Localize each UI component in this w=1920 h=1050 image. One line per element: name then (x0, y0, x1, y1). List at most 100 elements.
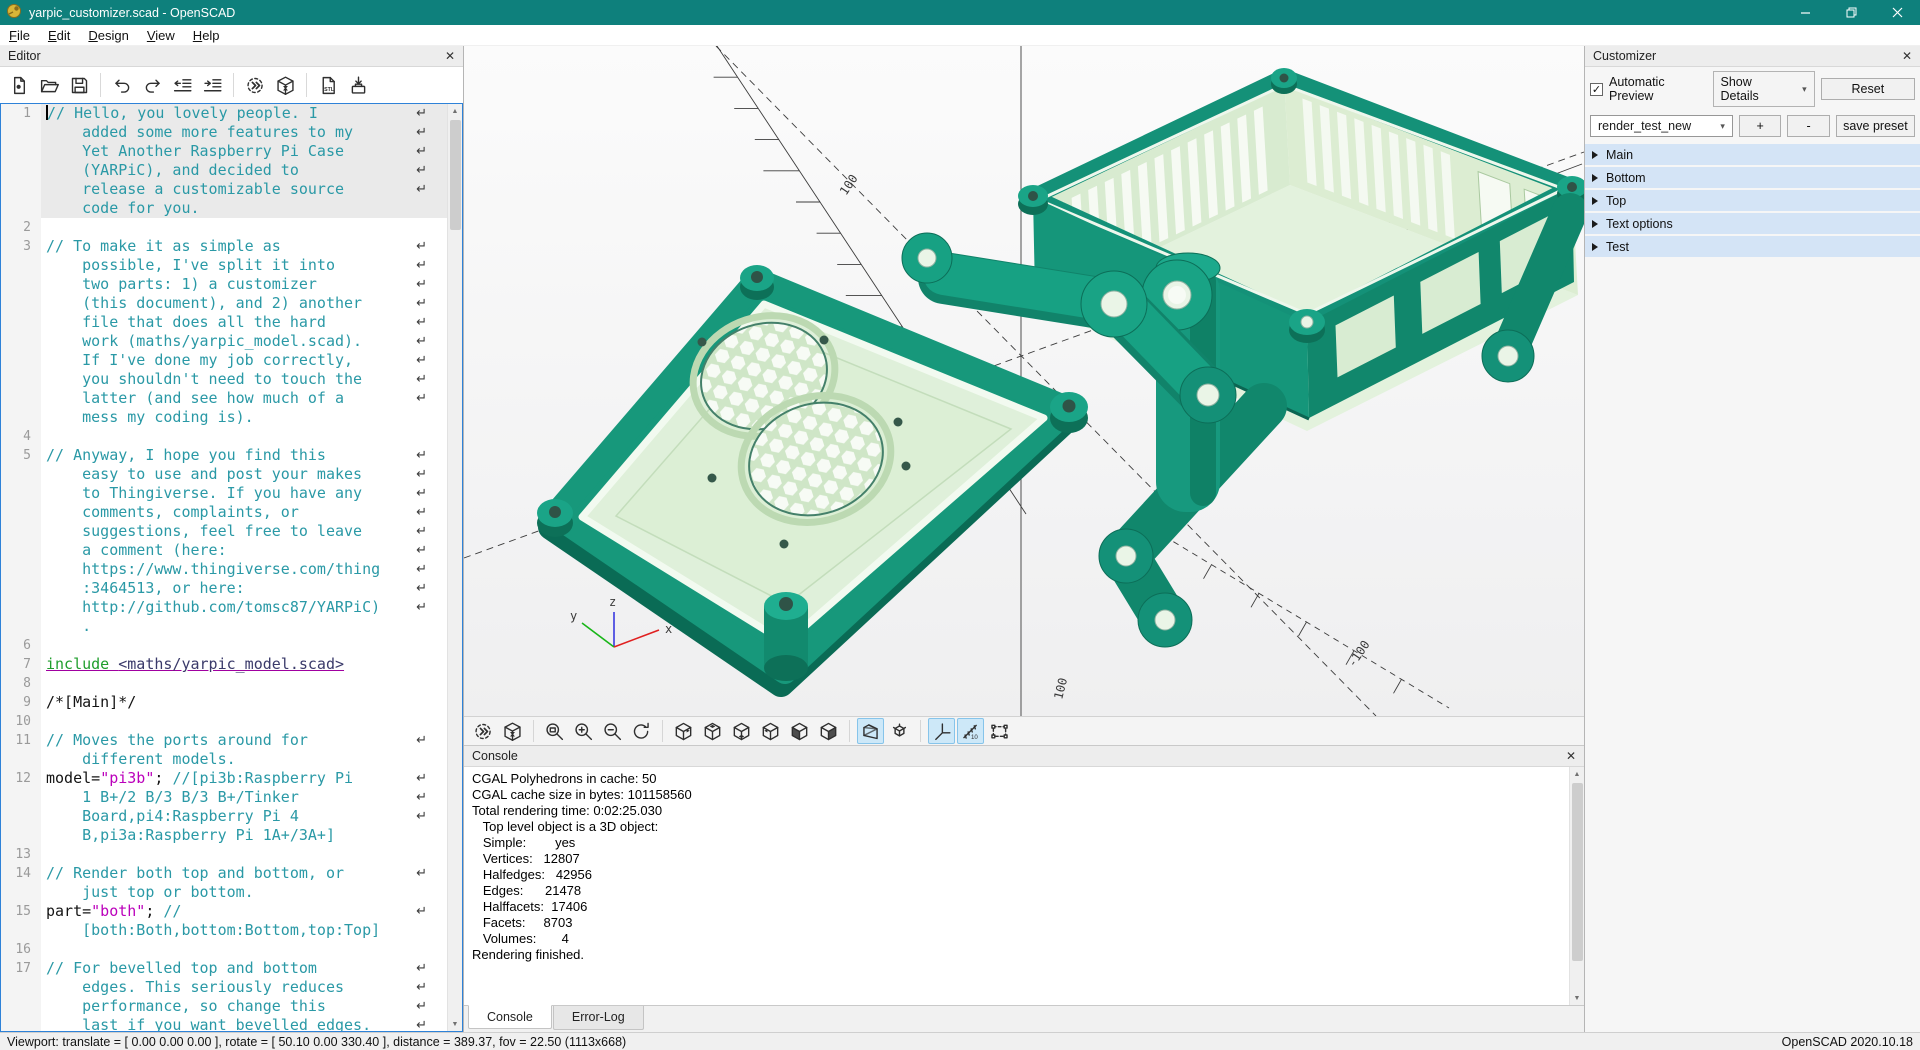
code-line[interactable]: mess my coding is). (1, 408, 447, 427)
menu-edit[interactable]: Edit (39, 26, 79, 45)
reset-view-icon[interactable] (628, 718, 655, 744)
view-bottom-icon[interactable] (728, 718, 755, 744)
code-line[interactable]: http://github.com/tomsc87/YARPiC)↵ (1, 598, 447, 617)
code-line[interactable]: 3// To make it as simple as↵ (1, 237, 447, 256)
code-line[interactable]: 8 (1, 674, 447, 693)
add-preset-button[interactable]: + (1739, 115, 1781, 137)
view-top-icon[interactable] (699, 718, 726, 744)
scroll-up-icon[interactable]: ▲ (1570, 767, 1585, 781)
code-line[interactable]: possible, I've split it into↵ (1, 256, 447, 275)
code-line[interactable]: 4 (1, 427, 447, 446)
code-line[interactable]: 1// Hello, you lovely people. I↵ (1, 104, 447, 123)
console-scrollbar-thumb[interactable] (1572, 783, 1583, 961)
zoom-in-icon[interactable] (570, 718, 597, 744)
open-icon[interactable] (34, 70, 64, 100)
code-line[interactable]: 1 B+/2 B/3 B/3 B+/Tinker↵ (1, 788, 447, 807)
code-line[interactable]: 2 (1, 218, 447, 237)
code-line[interactable]: 9/*[Main]*/ (1, 693, 447, 712)
zoom-out-icon[interactable] (599, 718, 626, 744)
preview-icon[interactable] (240, 70, 270, 100)
code-line[interactable]: 12model="pi3b"; //[pi3b:Raspberry Pi↵ (1, 769, 447, 788)
indent-icon[interactable] (197, 70, 227, 100)
parameter-group-bottom[interactable]: Bottom (1585, 167, 1920, 188)
menu-help[interactable]: Help (184, 26, 229, 45)
close-icon[interactable] (1874, 0, 1920, 25)
code-line[interactable]: Board,pi4:Raspberry Pi 4↵ (1, 807, 447, 826)
code-line[interactable]: 10 (1, 712, 447, 731)
code-line[interactable]: . (1, 617, 447, 636)
send-to-printer-icon[interactable] (343, 70, 373, 100)
code-line[interactable]: comments, complaints, or↵ (1, 503, 447, 522)
new-file-icon[interactable] (4, 70, 34, 100)
code-line[interactable]: just top or bottom. (1, 883, 447, 902)
automatic-preview-checkbox[interactable]: ✓ (1590, 83, 1603, 96)
code-line[interactable]: performance, so change this↵ (1, 997, 447, 1016)
code-line[interactable]: (YARPiC), and decided to↵ (1, 161, 447, 180)
parameter-group-top[interactable]: Top (1585, 190, 1920, 211)
code-line[interactable]: last if you want bevelled edges.↵ (1, 1016, 447, 1031)
code-line[interactable]: work (maths/yarpic_model.scad).↵ (1, 332, 447, 351)
show-edges-icon[interactable] (986, 718, 1013, 744)
code-line[interactable]: latter (and see how much of a↵ (1, 389, 447, 408)
parameter-group-main[interactable]: Main (1585, 144, 1920, 165)
parameter-group-test[interactable]: Test (1585, 236, 1920, 257)
restore-icon[interactable] (1828, 0, 1874, 25)
code-line[interactable]: file that does all the hard↵ (1, 313, 447, 332)
code-line[interactable]: two parts: 1) a customizer↵ (1, 275, 447, 294)
details-dropdown[interactable]: Show Details ▾ (1713, 71, 1815, 107)
perspective-icon[interactable] (857, 718, 884, 744)
show-axes-icon[interactable] (928, 718, 955, 744)
zoom-all-icon[interactable] (541, 718, 568, 744)
code-line[interactable]: :3464513, or here:↵ (1, 579, 447, 598)
save-icon[interactable] (64, 70, 94, 100)
view-back-icon[interactable] (815, 718, 842, 744)
view-front-icon[interactable] (786, 718, 813, 744)
parameter-group-text-options[interactable]: Text options (1585, 213, 1920, 234)
code-line[interactable]: easy to use and post your makes↵ (1, 465, 447, 484)
orthographic-icon[interactable] (886, 718, 913, 744)
code-line[interactable]: 5// Anyway, I hope you find this↵ (1, 446, 447, 465)
preset-combobox[interactable]: render_test_new ▾ (1590, 115, 1733, 137)
code-line[interactable]: 17// For bevelled top and bottom↵ (1, 959, 447, 978)
code-line[interactable]: 16 (1, 940, 447, 959)
code-line[interactable]: to Thingiverse. If you have any↵ (1, 484, 447, 503)
reset-button[interactable]: Reset (1821, 78, 1915, 100)
redo-icon[interactable] (137, 70, 167, 100)
view-right-icon[interactable] (670, 718, 697, 744)
code-line[interactable]: code for you. (1, 199, 447, 218)
code-line[interactable]: 11// Moves the ports around for↵ (1, 731, 447, 750)
scroll-down-icon[interactable]: ▼ (448, 1017, 463, 1031)
code-line[interactable]: 13 (1, 845, 447, 864)
code-line[interactable]: (this document), and 2) another↵ (1, 294, 447, 313)
menu-file[interactable]: File (0, 26, 39, 45)
code-editor[interactable]: 1// Hello, you lovely people. I↵ added s… (0, 103, 463, 1032)
code-line[interactable]: [both:Both,bottom:Bottom,top:Top] (1, 921, 447, 940)
menu-design[interactable]: Design (79, 26, 137, 45)
code-line[interactable]: B,pi3a:Raspberry Pi 1A+/3A+] (1, 826, 447, 845)
code-line[interactable]: https://www.thingiverse.com/thing↵ (1, 560, 447, 579)
view-left-icon[interactable] (757, 718, 784, 744)
menu-view[interactable]: View (138, 26, 184, 45)
code-line[interactable]: If I've done my job correctly,↵ (1, 351, 447, 370)
scroll-up-icon[interactable]: ▲ (448, 104, 463, 118)
code-line[interactable]: edges. This seriously reduces↵ (1, 978, 447, 997)
unindent-icon[interactable] (167, 70, 197, 100)
console-close-icon[interactable]: ✕ (1566, 750, 1576, 762)
code-text[interactable]: 1// Hello, you lovely people. I↵ added s… (1, 104, 447, 1031)
preview-icon[interactable] (470, 718, 497, 744)
code-line[interactable]: suggestions, feel free to leave↵ (1, 522, 447, 541)
export-stl-icon[interactable]: STL (313, 70, 343, 100)
editor-scrollbar-thumb[interactable] (450, 120, 461, 230)
scroll-down-icon[interactable]: ▼ (1570, 991, 1585, 1005)
code-line[interactable]: a comment (here:↵ (1, 541, 447, 560)
editor-close-icon[interactable]: ✕ (445, 50, 455, 62)
code-line[interactable]: 15part="both"; //↵ (1, 902, 447, 921)
save-preset-button[interactable]: save preset (1836, 115, 1915, 137)
code-line[interactable]: Yet Another Raspberry Pi Case↵ (1, 142, 447, 161)
undo-icon[interactable] (107, 70, 137, 100)
code-line[interactable]: you shouldn't need to touch the↵ (1, 370, 447, 389)
render-icon[interactable] (270, 70, 300, 100)
remove-preset-button[interactable]: - (1787, 115, 1829, 137)
code-line[interactable]: 7include <maths/yarpic_model.scad> (1, 655, 447, 674)
tab-error-log[interactable]: Error-Log (553, 1006, 644, 1030)
